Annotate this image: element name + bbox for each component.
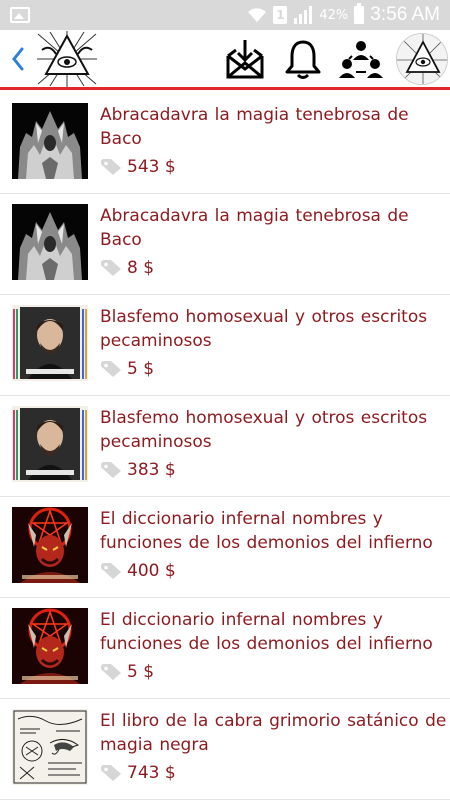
product-price: 5 $ — [127, 359, 155, 379]
product-price: 8 $ — [127, 258, 155, 278]
product-info: Abracadavra la magia tenebrosa de Baco 8… — [100, 204, 450, 280]
list-item[interactable]: El libro de la cabra grimorio satánico d… — [0, 699, 450, 800]
price-tag-icon — [100, 158, 122, 176]
product-info: El diccionario infernal nombres y funcio… — [100, 608, 450, 684]
notifications-button[interactable] — [274, 30, 332, 88]
product-price: 400 $ — [127, 561, 176, 581]
product-thumbnail[interactable] — [12, 709, 88, 785]
battery-percent: 42% — [319, 7, 349, 23]
product-info: Blasfemo homosexual y otros escritos pec… — [100, 406, 450, 482]
battery-icon — [354, 3, 365, 24]
price-tag-icon — [100, 764, 122, 782]
product-info: Blasfemo homosexual y otros escritos pec… — [100, 305, 450, 381]
product-list: Abracadavra la magia tenebrosa de Baco 5… — [0, 93, 450, 800]
groups-button[interactable] — [332, 30, 390, 88]
product-thumbnail[interactable] — [12, 406, 88, 482]
price-row: 400 $ — [100, 559, 450, 583]
product-thumbnail[interactable] — [12, 204, 88, 280]
price-tag-icon — [100, 663, 122, 681]
product-price: 543 $ — [127, 157, 176, 177]
price-row: 5 $ — [100, 357, 450, 381]
product-title[interactable]: Abracadavra la magia tenebrosa de Baco — [100, 204, 450, 252]
product-thumbnail[interactable] — [12, 305, 88, 381]
list-item[interactable]: Abracadavra la magia tenebrosa de Baco 8… — [0, 194, 450, 295]
occult-emblem-logo — [37, 30, 97, 87]
clock: 3:56 AM — [370, 4, 440, 25]
list-item[interactable]: Blasfemo homosexual y otros escritos pec… — [0, 396, 450, 497]
product-price: 5 $ — [127, 662, 155, 682]
price-row: 5 $ — [100, 660, 450, 684]
product-info: El diccionario infernal nombres y funcio… — [100, 507, 450, 583]
list-item[interactable]: El diccionario infernal nombres y funcio… — [0, 497, 450, 598]
price-row: 743 $ — [100, 761, 450, 785]
product-info: Abracadavra la magia tenebrosa de Baco 5… — [100, 103, 450, 179]
product-title[interactable]: El diccionario infernal nombres y funcio… — [100, 507, 450, 555]
price-row: 383 $ — [100, 458, 450, 482]
price-tag-icon — [100, 562, 122, 580]
signal-icon — [294, 6, 313, 24]
chevron-left-icon — [12, 47, 24, 70]
image-notification-icon — [10, 7, 30, 23]
sim-slot-badge: 1 — [273, 6, 288, 24]
product-title[interactable]: Blasfemo homosexual y otros escritos pec… — [100, 305, 450, 353]
price-tag-icon — [100, 461, 122, 479]
envelope-download-icon — [226, 39, 264, 78]
wifi-icon — [248, 8, 267, 22]
list-item[interactable]: Blasfemo homosexual y otros escritos pec… — [0, 295, 450, 396]
price-tag-icon — [100, 360, 122, 378]
product-price: 743 $ — [127, 763, 176, 783]
profile-avatar[interactable] — [396, 32, 448, 85]
product-title[interactable]: Blasfemo homosexual y otros escritos pec… — [100, 406, 450, 454]
group-users-icon — [339, 40, 383, 78]
inbox-download-button[interactable] — [216, 30, 274, 88]
product-title[interactable]: El diccionario infernal nombres y funcio… — [100, 608, 450, 656]
price-row: 8 $ — [100, 256, 450, 280]
back-button[interactable] — [4, 29, 32, 89]
app-bar — [0, 30, 450, 90]
product-thumbnail[interactable] — [12, 608, 88, 684]
status-bar: 1 42% 3:56 AM — [0, 0, 450, 30]
list-item[interactable]: Abracadavra la magia tenebrosa de Baco 5… — [0, 93, 450, 194]
avatar-emblem-icon — [397, 33, 447, 84]
product-title[interactable]: El libro de la cabra grimorio satánico d… — [100, 709, 450, 757]
product-price: 383 $ — [127, 460, 176, 480]
product-title[interactable]: Abracadavra la magia tenebrosa de Baco — [100, 103, 450, 151]
price-tag-icon — [100, 259, 122, 277]
product-thumbnail[interactable] — [12, 103, 88, 179]
product-info: El libro de la cabra grimorio satánico d… — [100, 709, 450, 785]
list-item[interactable]: El diccionario infernal nombres y funcio… — [0, 598, 450, 699]
bell-icon — [285, 40, 321, 79]
product-thumbnail[interactable] — [12, 507, 88, 583]
price-row: 543 $ — [100, 155, 450, 179]
